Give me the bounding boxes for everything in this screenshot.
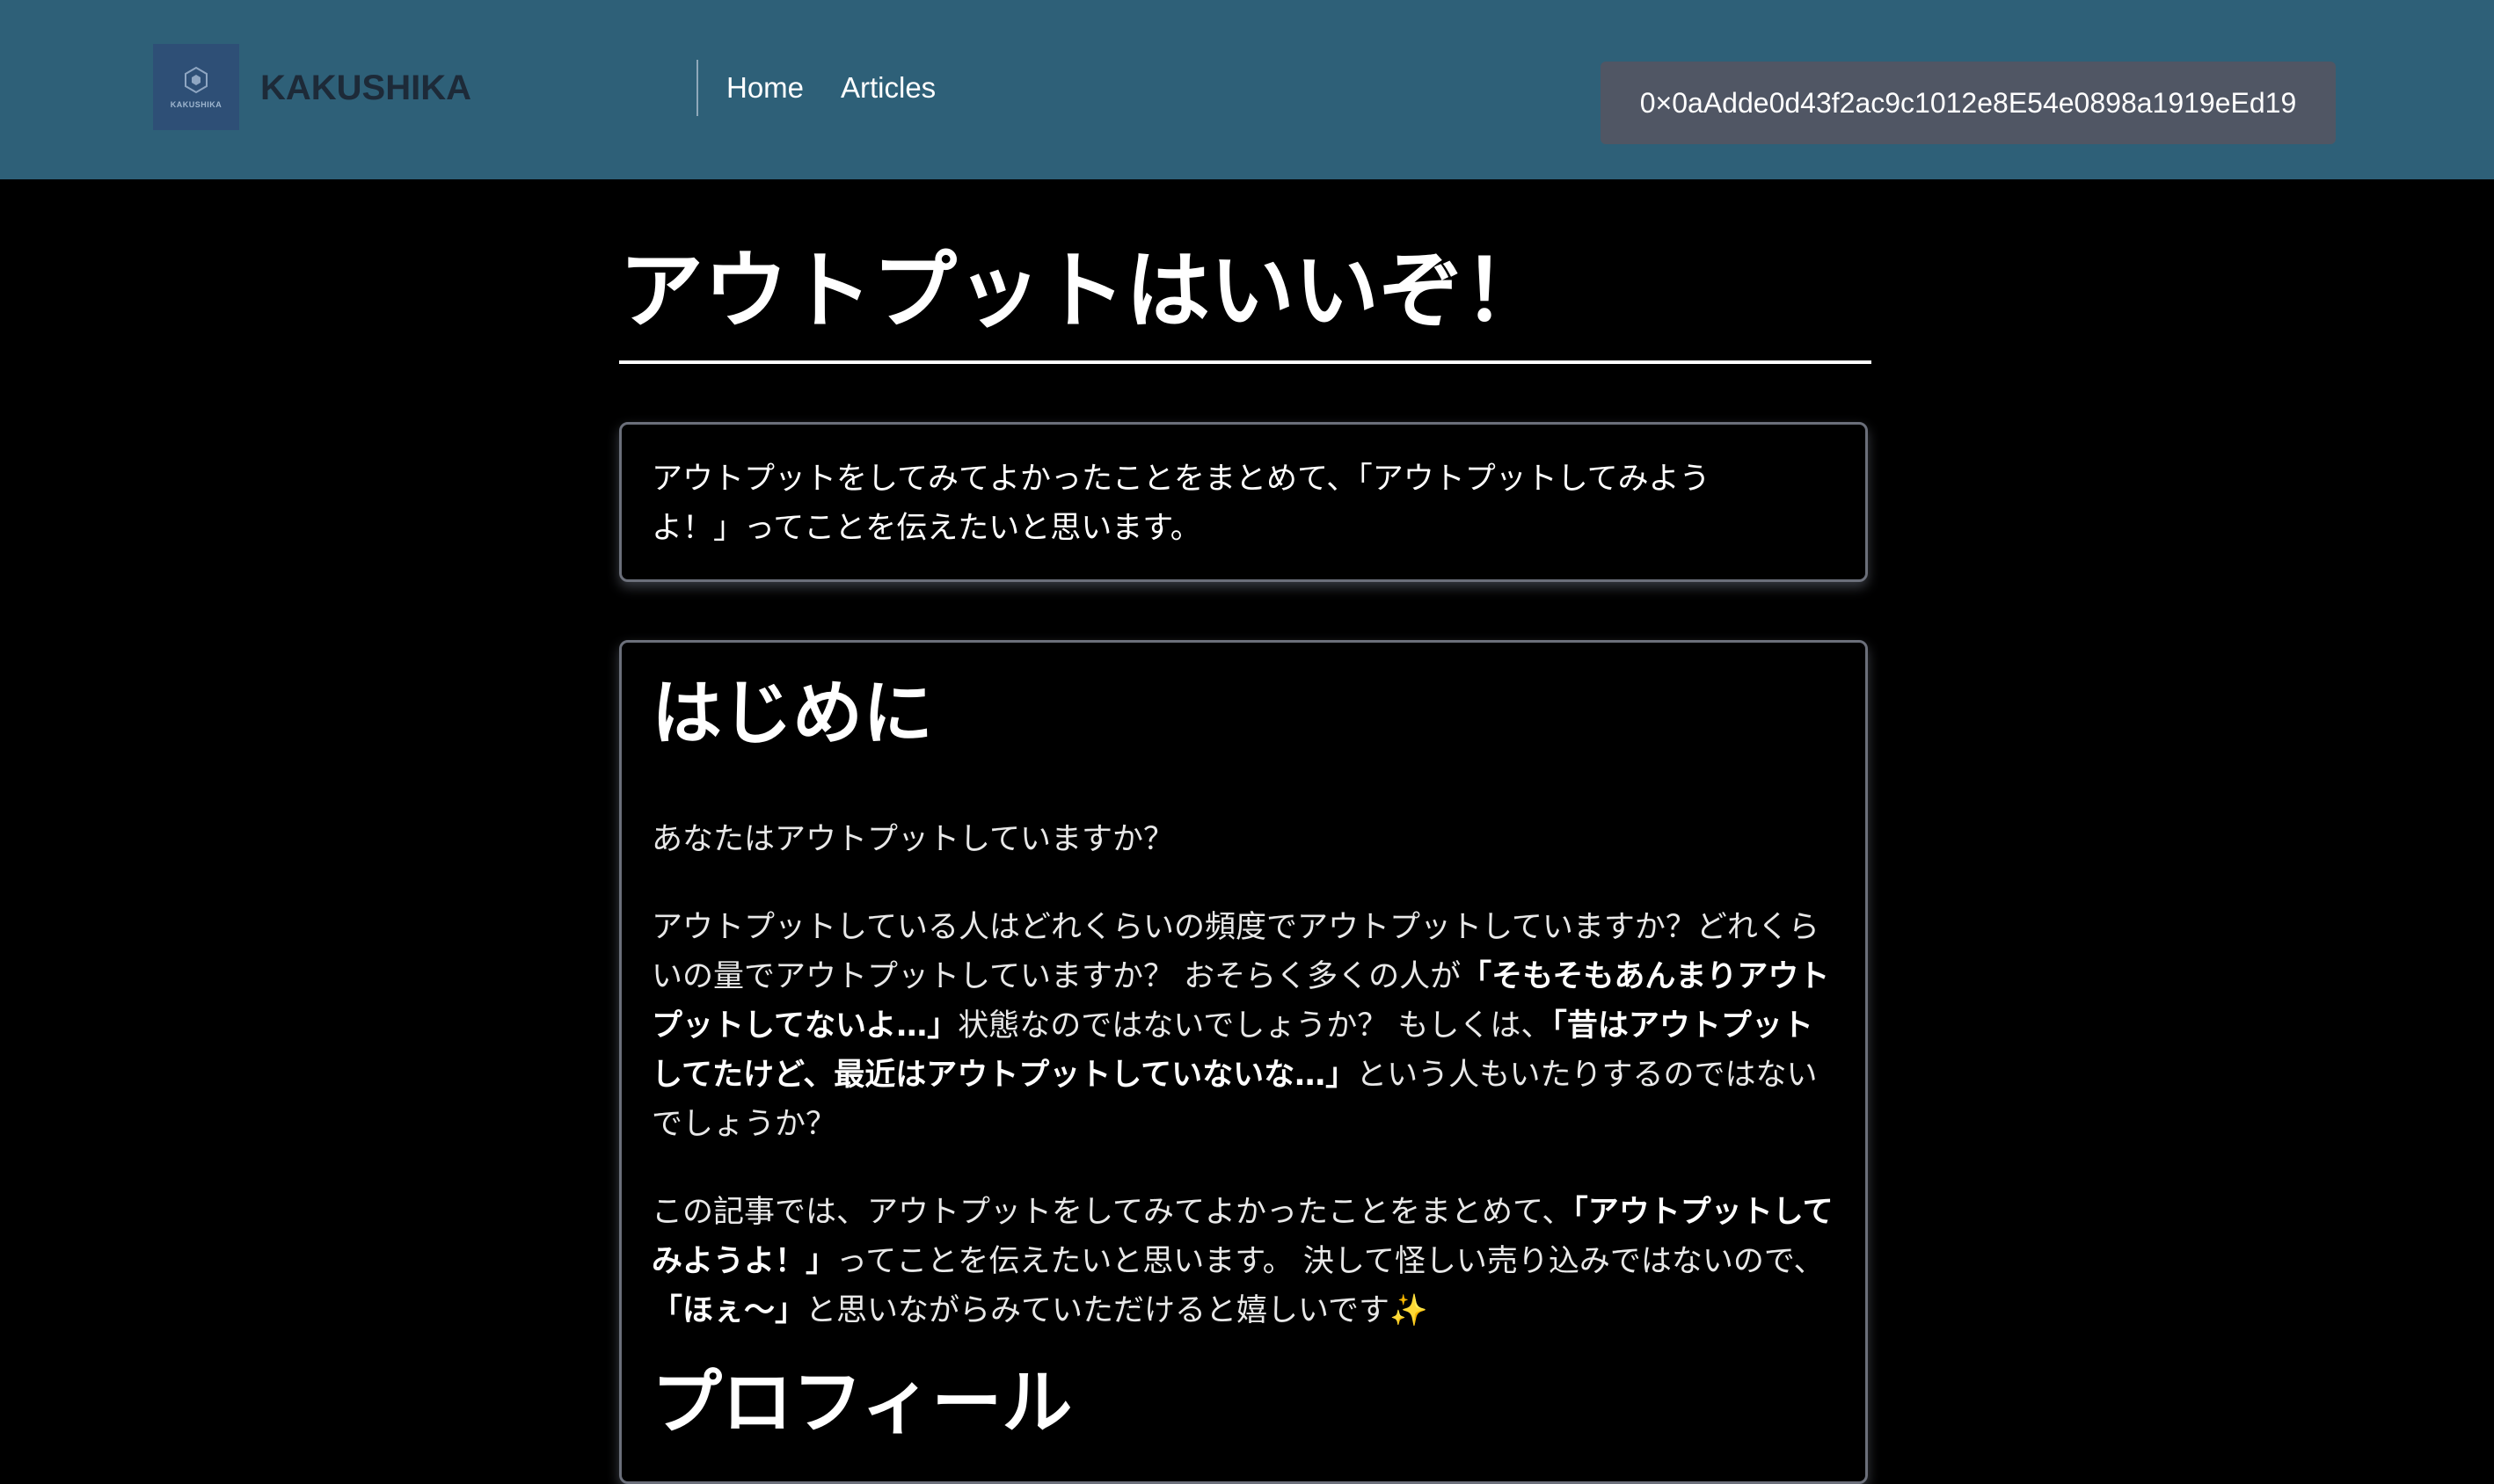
- section-heading-profile: プロフィール: [652, 1362, 1073, 1444]
- text-span: と思いながらみていただけると嬉しいです✨: [806, 1293, 1428, 1328]
- title-divider: [619, 360, 1871, 364]
- text-span: この記事では、アウトプットをしてみてよかったことをまとめて、: [652, 1195, 1573, 1230]
- section-heading-intro: はじめに: [652, 673, 933, 754]
- text-span: ってことを伝えたいと思います。 決して怪しい売り込みではないので、: [836, 1244, 1825, 1279]
- bold-quote: 「ほぇ〜」: [652, 1293, 806, 1328]
- wallet-address-button[interactable]: 0×0aAdde0d43f2ac9c1012e8E54e0898a1919eEd…: [1601, 62, 2336, 144]
- paragraph-question: あなたはアウトプットしていますか？: [652, 822, 1174, 857]
- paragraph-frequency: アウトプットしている人はどれくらいの頻度でアウトプットしていますか？どれくらいの…: [652, 903, 1835, 1149]
- hexagon-logo-icon: [185, 66, 208, 94]
- summary-card: アウトプットをしてみてよかったことをまとめて、「アウトプットしてみようよ！」って…: [619, 422, 1868, 582]
- nav-link-home[interactable]: Home: [726, 65, 804, 111]
- page-title: アウトプットはいいぞ！: [619, 242, 1548, 340]
- brand-name[interactable]: KAKUSHIKA: [260, 62, 471, 114]
- text-span: 状態なのではないでしょうか？ もしくは、: [958, 1008, 1552, 1044]
- article-body: はじめに あなたはアウトプットしていますか？ アウトプットしている人はどれくらい…: [619, 640, 1868, 1484]
- top-navbar: KAKUSHIKA KAKUSHIKA Home Articles 0×0aAd…: [0, 0, 2494, 179]
- brand-logo[interactable]: KAKUSHIKA: [153, 44, 239, 130]
- paragraph-purpose: この記事では、アウトプットをしてみてよかったことをまとめて、「アウトプットしてみ…: [652, 1188, 1835, 1335]
- summary-text: アウトプットをしてみてよかったことをまとめて、「アウトプットしてみようよ！」って…: [652, 462, 1710, 546]
- logo-text: KAKUSHIKA: [170, 100, 222, 109]
- nav-link-articles[interactable]: Articles: [841, 65, 936, 111]
- nav-divider: [696, 60, 698, 116]
